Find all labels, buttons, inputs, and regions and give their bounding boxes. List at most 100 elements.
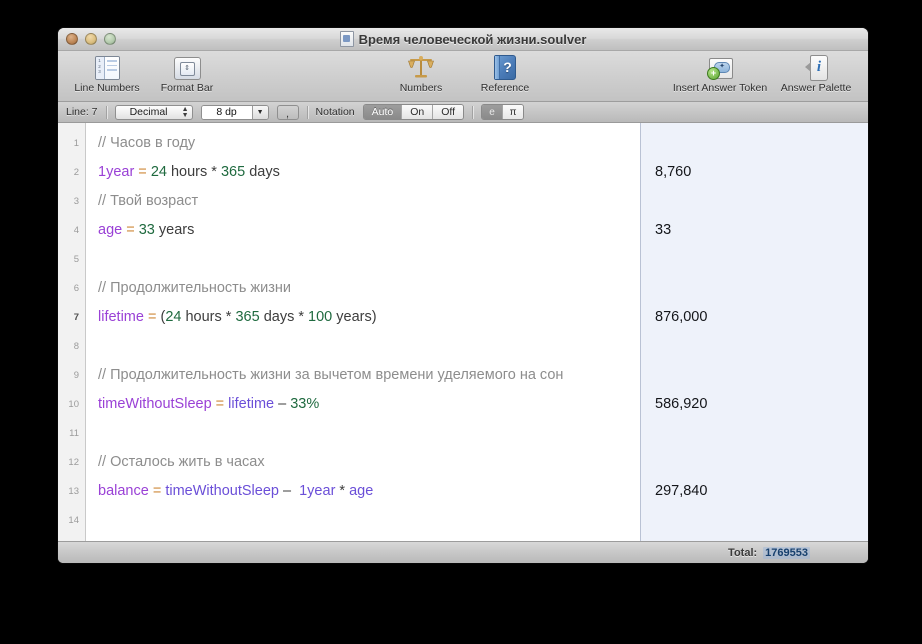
line-number: 6: [58, 274, 85, 303]
editor-line[interactable]: // Продолжительность жизни за вычетом вр…: [98, 361, 640, 390]
token-unit: days: [260, 309, 299, 325]
result-value[interactable]: [655, 332, 868, 361]
current-line-label: Line: 7: [66, 106, 98, 118]
result-value[interactable]: [655, 274, 868, 303]
line-number: 14: [58, 506, 85, 535]
result-value[interactable]: [655, 506, 868, 535]
line-number-gutter: 1234567891011121314: [58, 123, 86, 541]
editor-line[interactable]: balance = timeWithoutSleep – 1year * age: [98, 477, 640, 506]
editor-line[interactable]: // Осталось жить в часах: [98, 448, 640, 477]
document-body: 1234567891011121314 // Часов в году1year…: [58, 123, 868, 541]
line-number: 9: [58, 361, 85, 390]
line-number: 8: [58, 332, 85, 361]
result-value[interactable]: 33: [655, 216, 868, 245]
editor-line[interactable]: [98, 332, 640, 361]
token-num: 100: [308, 309, 332, 325]
toolbar-format-bar-button[interactable]: ⇕ Format Bar: [148, 54, 226, 94]
line-number: 12: [58, 448, 85, 477]
pi-toggle-right[interactable]: π: [502, 105, 523, 119]
editor-line[interactable]: [98, 506, 640, 535]
chevron-down-icon[interactable]: ▼: [252, 106, 268, 119]
token-ref: age: [349, 483, 373, 499]
editor-line[interactable]: [98, 419, 640, 448]
token-op: –: [274, 396, 290, 412]
toolbar-line-numbers-button[interactable]: 123 Line Numbers: [68, 54, 146, 94]
result-value[interactable]: [655, 419, 868, 448]
editor-line[interactable]: 1year = 24 hours * 365 days: [98, 158, 640, 187]
chevron-updown-icon: ▲▼: [182, 107, 189, 119]
toolbar-right-group: ✦ + Insert Answer Token i Answer Palette: [668, 54, 858, 94]
line-number: 5: [58, 245, 85, 274]
editor-line[interactable]: // Часов в году: [98, 129, 640, 158]
line-number: 1: [58, 129, 85, 158]
document-icon: [340, 31, 354, 47]
plus-badge-icon: +: [707, 67, 720, 80]
token-unit: hours: [167, 164, 211, 180]
window-title: Время человеческой жизни.soulver: [359, 32, 587, 47]
window-controls: [66, 33, 116, 45]
line-number: 3: [58, 187, 85, 216]
token-var: lifetime: [98, 309, 144, 325]
notation-segmented-control[interactable]: Auto On Off: [363, 104, 464, 120]
divider: [472, 106, 473, 119]
toolbar-answer-palette-button[interactable]: i Answer Palette: [774, 54, 858, 94]
token-cm: // Продолжительность жизни: [98, 280, 291, 296]
pi-toggle-left[interactable]: e: [482, 105, 502, 119]
minimize-button[interactable]: [85, 33, 97, 45]
editor-line[interactable]: [98, 245, 640, 274]
toolbar-insert-answer-token-label: Insert Answer Token: [673, 82, 767, 94]
editor-line[interactable]: // Продолжительность жизни: [98, 274, 640, 303]
thousands-separator-button[interactable]: ,: [277, 105, 299, 120]
token-unit: hours: [181, 309, 225, 325]
number-format-select[interactable]: Decimal ▲▼: [115, 105, 193, 120]
zoom-button[interactable]: [104, 33, 116, 45]
editor-line[interactable]: lifetime = (24 hours * 365 days * 100 ye…: [98, 303, 640, 332]
token-eq: =: [212, 396, 229, 412]
line-number: 7: [58, 303, 85, 332]
result-value[interactable]: [655, 245, 868, 274]
line-number: 2: [58, 158, 85, 187]
token-cm: // Осталось жить в часах: [98, 454, 265, 470]
editor-line[interactable]: age = 33 years: [98, 216, 640, 245]
pi-mode-toggle[interactable]: e π: [481, 104, 524, 120]
toolbar-numbers-label: Numbers: [400, 82, 443, 94]
status-bar: Total: 1769553: [58, 541, 868, 563]
divider: [307, 106, 308, 119]
token-op: –: [279, 483, 295, 499]
result-value[interactable]: 8,760: [655, 158, 868, 187]
editor-area[interactable]: // Часов в году 1year = 24 hours * 365 da…: [86, 123, 640, 541]
result-value[interactable]: 876,000: [655, 303, 868, 332]
toolbar-reference-button[interactable]: ? Reference: [466, 54, 544, 94]
total-value: 1769553: [763, 547, 810, 559]
line-number: 10: [58, 390, 85, 419]
toolbar-numbers-button[interactable]: Numbers: [382, 54, 460, 94]
result-value[interactable]: [655, 129, 868, 158]
result-value[interactable]: 297,840: [655, 477, 868, 506]
notation-option-on[interactable]: On: [402, 105, 433, 119]
token-cm: // Часов в году: [98, 135, 195, 151]
token-eq: =: [144, 309, 161, 325]
editor-line[interactable]: timeWithoutSleep = lifetime – 33%: [98, 390, 640, 419]
toolbar: 123 Line Numbers ⇕ Format Bar: [58, 51, 868, 102]
token-num: 24: [165, 309, 181, 325]
notation-label: Notation: [316, 106, 355, 118]
decimal-places-select[interactable]: 8 dp ▼: [201, 105, 269, 120]
close-button[interactable]: [66, 33, 78, 45]
results-panel[interactable]: 8,760 33 876,000 586,920 297,840: [640, 123, 868, 541]
toolbar-format-bar-label: Format Bar: [161, 82, 214, 94]
token-par: ): [372, 309, 377, 325]
divider: [106, 106, 107, 119]
result-value[interactable]: [655, 187, 868, 216]
result-value[interactable]: [655, 361, 868, 390]
line-number: 4: [58, 216, 85, 245]
token-ref: 1year: [295, 483, 335, 499]
token-var: 1year: [98, 164, 134, 180]
toolbar-insert-answer-token-button[interactable]: ✦ + Insert Answer Token: [668, 54, 772, 94]
reference-book-icon: ?: [494, 54, 516, 80]
notation-option-auto[interactable]: Auto: [364, 105, 403, 119]
editor-line[interactable]: // Твой возраст: [98, 187, 640, 216]
result-value[interactable]: 586,920: [655, 390, 868, 419]
title-bar[interactable]: Время человеческой жизни.soulver: [58, 28, 868, 51]
notation-option-off[interactable]: Off: [433, 105, 463, 119]
result-value[interactable]: [655, 448, 868, 477]
